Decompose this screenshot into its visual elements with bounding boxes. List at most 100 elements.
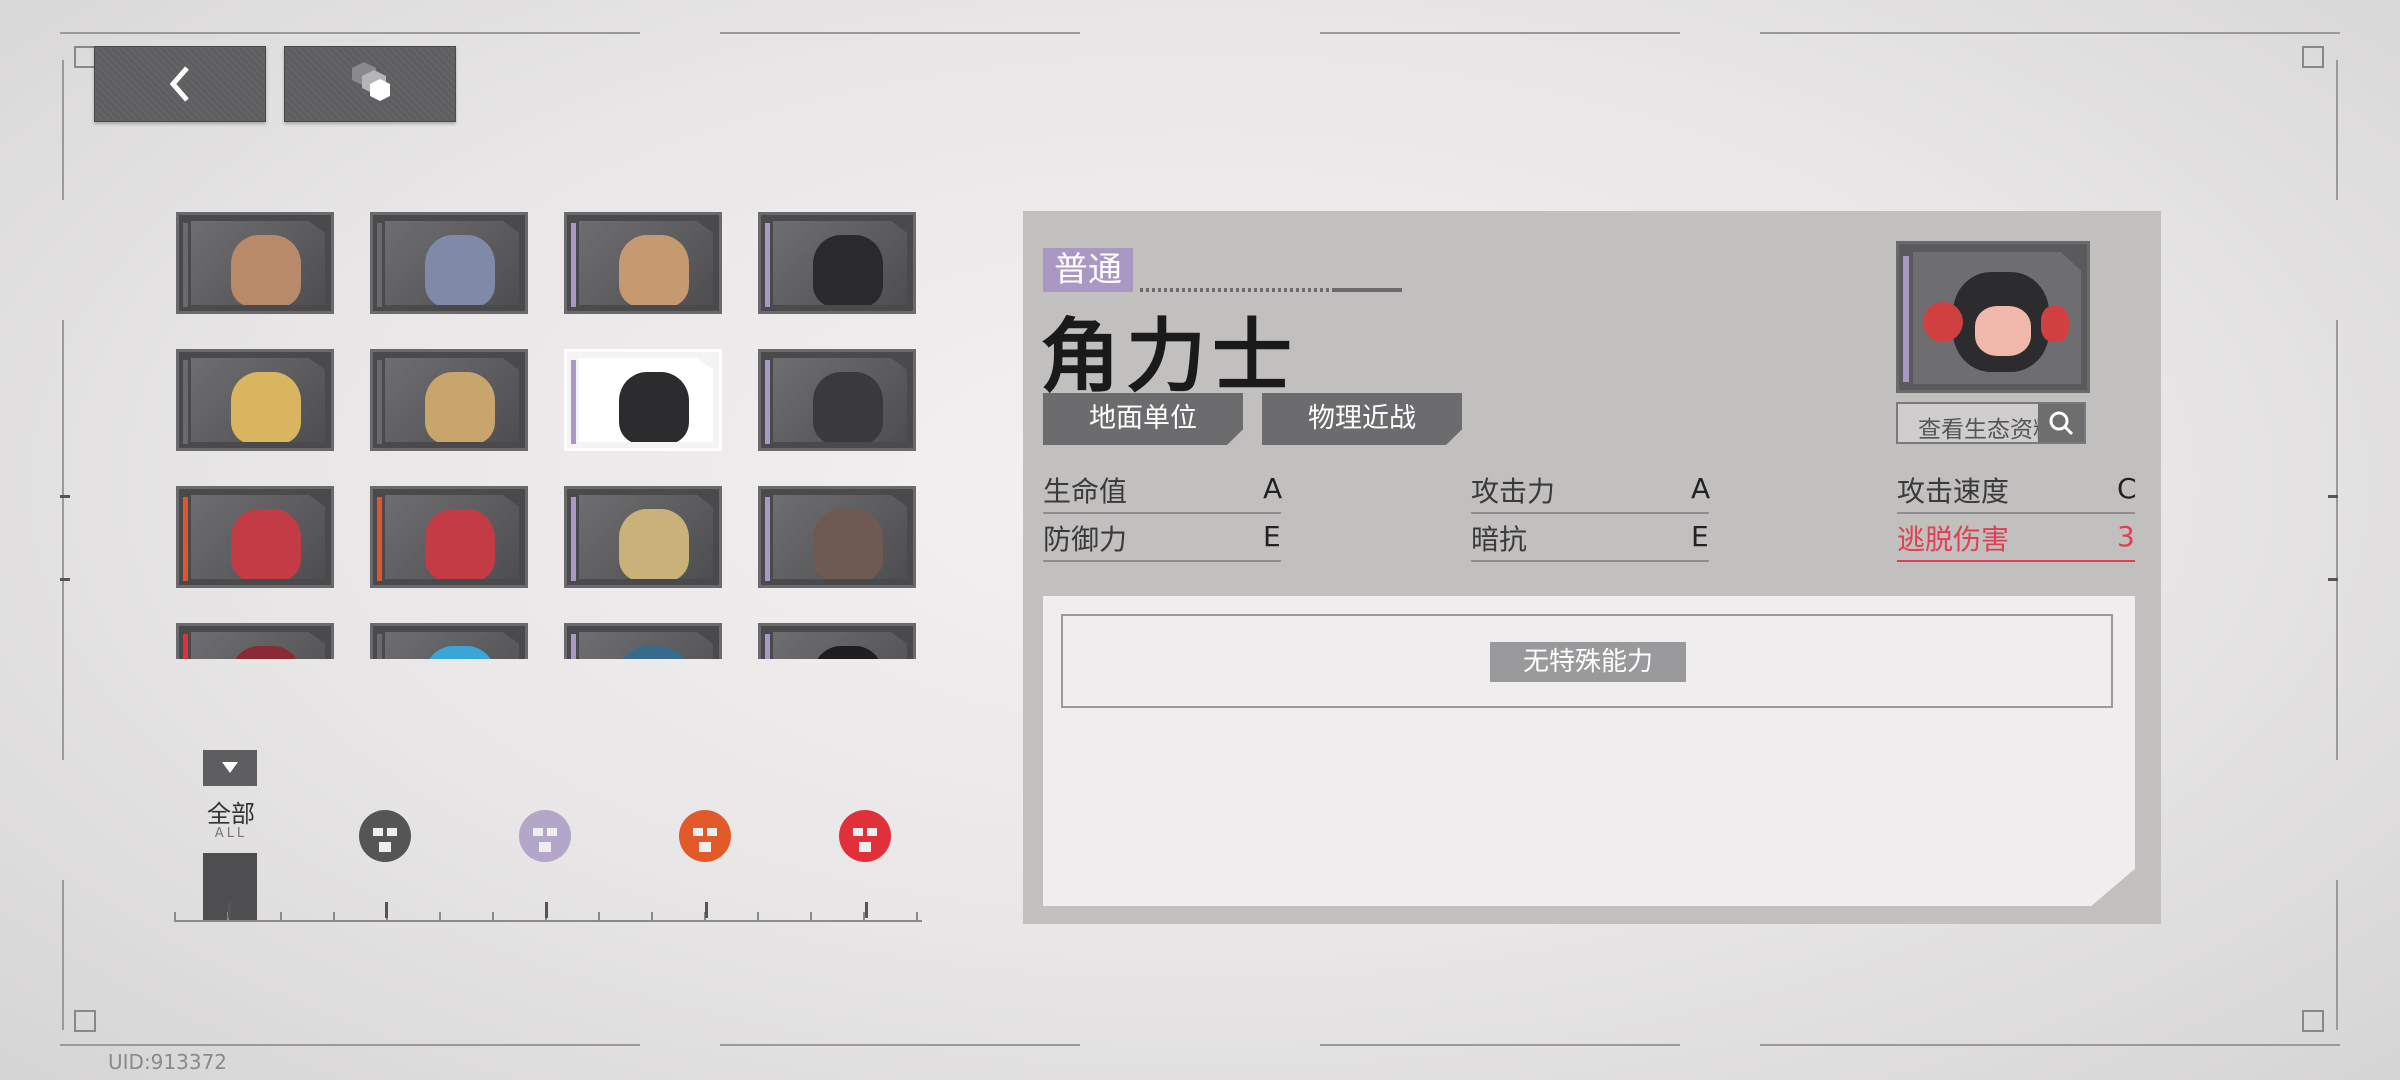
view-ecology-button[interactable]: 查看生态资料 (1896, 402, 2086, 444)
enemy-name: 角力士 (1040, 309, 1298, 403)
axis-major-tick (865, 902, 868, 918)
enemy-card[interactable] (370, 623, 528, 659)
frame-tick (2328, 578, 2338, 581)
enemy-thumbnail (619, 646, 689, 659)
axis-tick (333, 912, 335, 922)
enemy-thumbnail (231, 372, 301, 442)
stat-label: 攻击速度 (1897, 475, 2010, 508)
enemy-thumbnail (619, 509, 689, 579)
stat-label: 攻击力 (1471, 475, 1556, 508)
frame-tick (60, 495, 70, 498)
filter-all-sub: ALL (214, 826, 248, 841)
rank-stripe (765, 634, 770, 659)
uid-label: UID:913372 (108, 1050, 228, 1074)
stat-value: C (2117, 472, 2137, 505)
enemy-thumbnail (231, 646, 301, 659)
axis-major-tick (705, 902, 708, 918)
stat-underline (1043, 560, 1281, 562)
frame-line (62, 60, 64, 200)
stat-value: E (1263, 520, 1281, 553)
frame-line (2336, 880, 2338, 1030)
stat-value: A (1263, 472, 1283, 505)
frame-line (1320, 1044, 1680, 1046)
view-ecology-label: 查看生态资料 (1918, 417, 2056, 443)
axis-tick (174, 912, 176, 922)
frame-line (62, 880, 64, 1030)
enemy-card[interactable] (758, 486, 916, 588)
rank-badge: 普通 (1043, 248, 1133, 292)
rank-stripe (183, 634, 188, 659)
frame-line (1760, 32, 2340, 34)
frame-line (2336, 60, 2338, 200)
rank-stripe (183, 360, 188, 444)
cubes-icon (352, 62, 390, 101)
enemy-thumbnail (231, 235, 301, 305)
filter-robot-face-icon[interactable] (677, 808, 733, 864)
corner-mark (74, 46, 96, 68)
enemy-thumbnail (425, 509, 495, 579)
enemy-card[interactable] (564, 623, 722, 659)
filter-mech-face-icon[interactable] (357, 808, 413, 864)
enemy-grid (176, 212, 921, 659)
axis-major-tick (385, 902, 388, 918)
axis-major-tick (545, 902, 548, 918)
axis-tick (810, 912, 812, 922)
axis-major-tick (228, 902, 231, 918)
back-button[interactable] (94, 46, 266, 122)
stat-underline (1043, 512, 1281, 514)
enemy-card[interactable] (758, 349, 916, 451)
enemy-thumbnail (425, 372, 495, 442)
enemy-thumbnail (813, 372, 883, 442)
axis-tick (598, 912, 600, 922)
enemy-thumbnail (231, 509, 301, 579)
enemy-card[interactable] (370, 212, 528, 314)
rank-stripe (377, 360, 382, 444)
filter-dropdown-button[interactable] (203, 750, 257, 786)
rank-stripe (571, 360, 576, 444)
enemy-card[interactable] (564, 349, 722, 451)
switch-view-button[interactable] (284, 46, 456, 122)
rank-stripe (765, 223, 770, 307)
frame-line (60, 1044, 640, 1046)
enemy-card[interactable] (176, 623, 334, 659)
corner-mark (2302, 46, 2324, 68)
enemy-card[interactable] (370, 349, 528, 451)
filter-beast-face-icon[interactable] (517, 808, 573, 864)
frame-line (62, 320, 64, 760)
axis-tick (916, 912, 918, 922)
rank-stripe (377, 634, 382, 659)
ability-frame-top (1061, 614, 2113, 616)
enemy-thumbnail (813, 235, 883, 305)
triangle-down-icon (222, 762, 238, 773)
frame-line (2336, 320, 2338, 760)
stat-value: A (1691, 472, 1711, 505)
rank-stripe (765, 497, 770, 581)
stat-value: E (1691, 520, 1709, 553)
enemy-card[interactable] (176, 212, 334, 314)
axis-tick (439, 912, 441, 922)
filter-demon-face-icon[interactable] (837, 808, 893, 864)
frame-line (720, 32, 1080, 34)
frame-line (720, 1044, 1080, 1046)
enemy-card[interactable] (758, 623, 916, 659)
enemy-card[interactable] (176, 486, 334, 588)
stat-underline (1897, 512, 2135, 514)
axis-tick (492, 912, 494, 922)
enemy-card[interactable] (758, 212, 916, 314)
rank-stripe (571, 223, 576, 307)
stat-underline (1897, 560, 2135, 562)
enemy-portrait (1896, 241, 2090, 393)
rank-stripe (765, 360, 770, 444)
stat-underline (1471, 512, 1709, 514)
stat-value: 3 (2117, 520, 2135, 553)
enemy-card[interactable] (564, 486, 722, 588)
rank-stripe (571, 497, 576, 581)
enemy-card[interactable] (564, 212, 722, 314)
enemy-card[interactable] (176, 349, 334, 451)
rank-stripe (183, 223, 188, 307)
tag-physical-melee: 物理近战 (1262, 393, 1462, 445)
enemy-card[interactable] (370, 486, 528, 588)
frame-line (1320, 32, 1680, 34)
filter-all-label[interactable]: 全部 (196, 794, 266, 829)
tag-ground-unit: 地面单位 (1043, 393, 1243, 445)
